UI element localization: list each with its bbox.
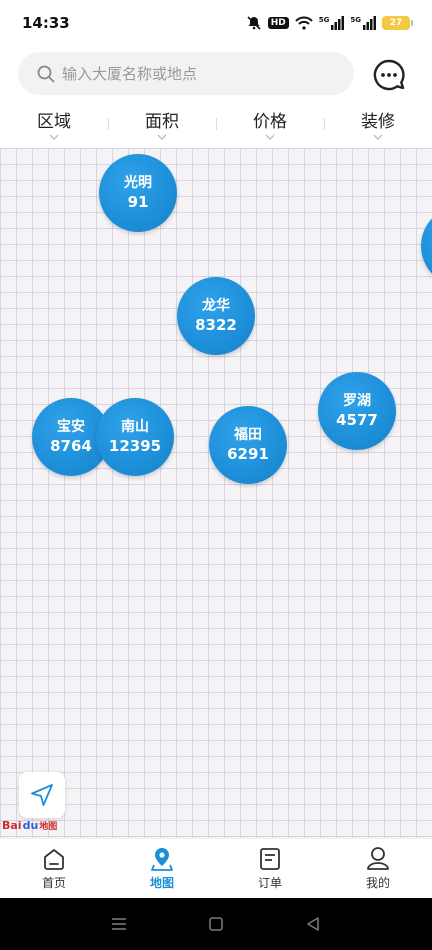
- search-icon: [37, 65, 55, 82]
- filter-decoration[interactable]: 装修: [324, 100, 432, 146]
- filter-area[interactable]: 面积: [108, 100, 216, 146]
- search-row: 输入大厦名称或地点: [0, 52, 432, 96]
- district-count: 8322: [195, 315, 237, 334]
- message-icon[interactable]: [372, 58, 406, 92]
- filter-label: 面积: [145, 111, 179, 132]
- district-bubble-luohu[interactable]: 罗湖 4577: [318, 372, 396, 450]
- chevron-down-icon: [373, 134, 383, 140]
- filter-label: 区域: [37, 111, 71, 132]
- hd-badge: HD: [267, 17, 289, 29]
- district-count: 12395: [108, 436, 162, 455]
- baidu-logo-suffix: 地图: [39, 822, 58, 832]
- district-name: 南山: [121, 418, 149, 435]
- home-square-icon[interactable]: [207, 915, 225, 933]
- search-input[interactable]: 输入大厦名称或地点: [18, 52, 354, 95]
- filter-label: 价格: [253, 111, 287, 132]
- district-name: 光明: [124, 174, 152, 191]
- district-bubble-offscreen[interactable]: [421, 206, 432, 286]
- tab-label: 地图: [149, 876, 174, 890]
- district-count: 8764: [50, 436, 92, 455]
- district-name: 罗湖: [343, 392, 371, 409]
- district-bubble-longhua[interactable]: 龙华 8322: [177, 277, 255, 355]
- district-bubble-nanshan[interactable]: 南山 12395: [96, 398, 174, 476]
- signal-1-label: 5G: [318, 16, 330, 24]
- tab-map[interactable]: 地图: [108, 839, 216, 898]
- filter-bar: 区域 面积 价格 装修: [0, 100, 432, 146]
- district-name: 龙华: [202, 297, 230, 314]
- navigation-arrow-icon: [31, 784, 53, 806]
- map-view[interactable]: 光明 91 龙华 8322 宝安 8764 南山 12395 福田 6291 罗…: [0, 148, 432, 838]
- filter-price[interactable]: 价格: [216, 100, 324, 146]
- district-name: 宝安: [57, 418, 85, 435]
- signal-2-label: 5G: [350, 16, 361, 24]
- baidu-paw-icon: du: [22, 819, 39, 832]
- status-bar: 14:33 HD 5G 5G 27: [0, 0, 432, 46]
- tab-label: 订单: [257, 876, 282, 890]
- district-count: 4577: [336, 410, 378, 429]
- order-icon: [260, 848, 280, 870]
- district-count: 91: [127, 192, 149, 211]
- system-nav-bar: [0, 898, 432, 950]
- user-icon: [367, 847, 389, 870]
- signal-2-icon: 5G: [350, 16, 376, 30]
- baidu-map-logo: Bai du 地图: [2, 819, 57, 832]
- baidu-logo-brand: Bai: [2, 819, 22, 832]
- bottom-tab-bar: 首页 地图 订单 我的: [0, 838, 432, 898]
- chevron-down-icon: [157, 134, 167, 140]
- home-icon: [44, 849, 64, 870]
- search-placeholder: 输入大厦名称或地点: [62, 65, 198, 83]
- tab-profile[interactable]: 我的: [324, 839, 432, 898]
- tab-orders[interactable]: 订单: [216, 839, 324, 898]
- status-time: 14:33: [22, 14, 70, 32]
- filter-region[interactable]: 区域: [0, 100, 108, 146]
- district-bubble-guangming[interactable]: 光明 91: [99, 154, 177, 232]
- tab-label: 首页: [41, 876, 66, 890]
- status-icons: HD 5G 5G 27: [246, 15, 413, 31]
- mute-bell-icon: [246, 15, 262, 31]
- wifi-icon: [295, 16, 313, 30]
- back-triangle-icon[interactable]: [304, 915, 322, 933]
- map-pin-icon: [151, 848, 173, 871]
- tab-home[interactable]: 首页: [0, 839, 108, 898]
- signal-1-icon: 5G: [319, 16, 345, 30]
- filter-label: 装修: [361, 111, 395, 132]
- district-name: 福田: [234, 426, 262, 443]
- chevron-down-icon: [265, 134, 275, 140]
- district-count: 6291: [227, 444, 269, 463]
- battery-indicator: 27: [382, 16, 413, 30]
- menu-icon[interactable]: [110, 915, 128, 933]
- locate-button[interactable]: [19, 772, 65, 818]
- tab-label: 我的: [365, 876, 390, 890]
- district-bubble-futian[interactable]: 福田 6291: [209, 406, 287, 484]
- chevron-down-icon: [49, 134, 59, 140]
